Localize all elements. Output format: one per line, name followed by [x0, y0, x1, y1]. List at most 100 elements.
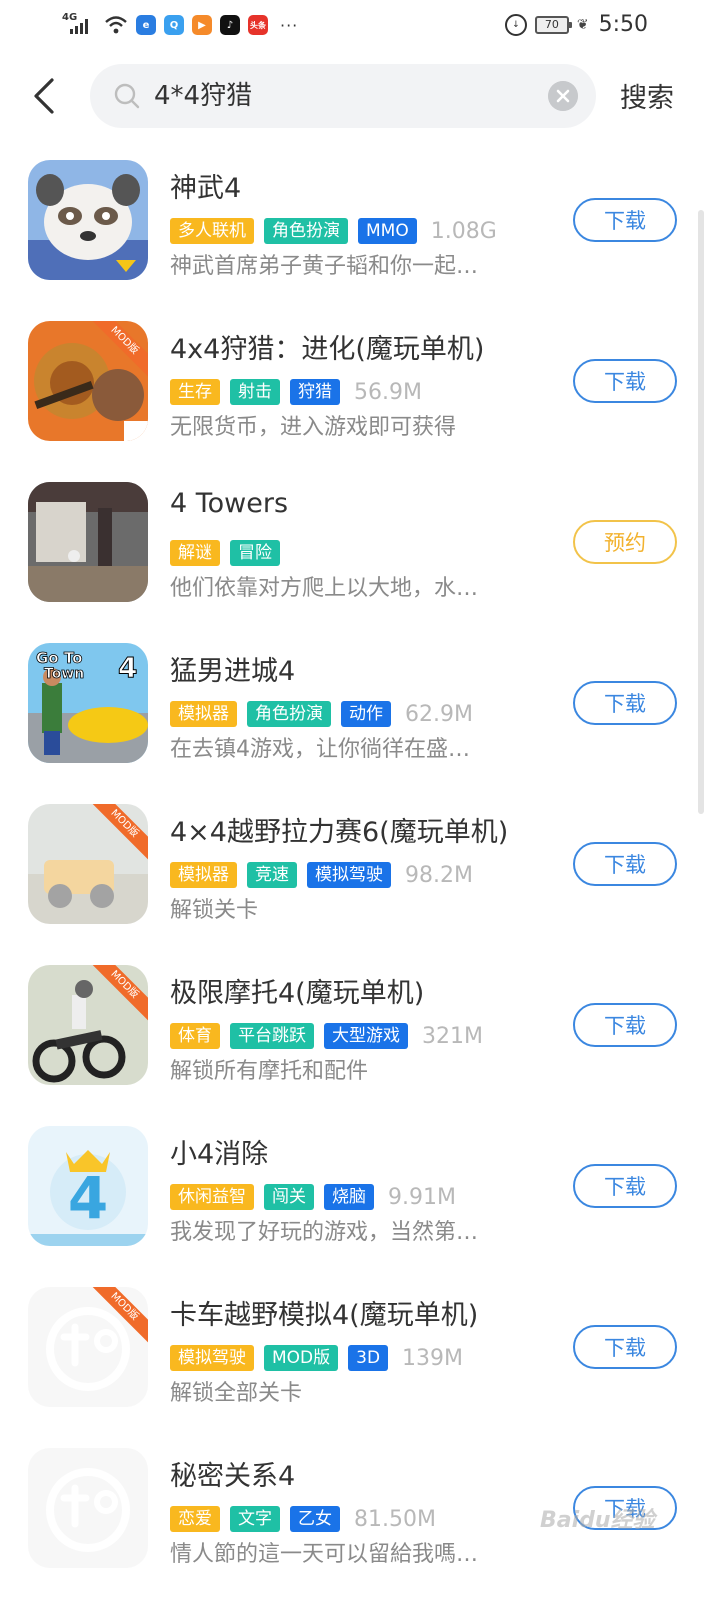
browser-app-icon: e — [136, 15, 156, 35]
app-description: 无限货币，进入游戏即可获得 — [170, 415, 457, 440]
app-title[interactable]: 4 Towers — [170, 488, 288, 519]
download-button[interactable]: 下载 — [573, 359, 677, 403]
app-title[interactable]: 神武4 — [170, 166, 241, 205]
app-title[interactable]: 4x4狩猎：进化(魔玩单机) — [170, 327, 484, 366]
category-tag: 动作 — [341, 701, 391, 727]
app-title[interactable]: 猛男进城4 — [170, 649, 295, 688]
file-size: 321M — [422, 1023, 483, 1049]
search-input[interactable] — [154, 64, 534, 128]
category-tag: 模拟器 — [170, 862, 237, 888]
file-size: 139M — [402, 1345, 464, 1371]
app-icon[interactable]: 4 — [28, 1126, 148, 1246]
list-item[interactable]: MOD版 4x4狩猎：进化(魔玩单机) 生存 射击 狩猎 56.9M 无限货币，进入游戏即可… — [0, 321, 720, 482]
category-tag: MMO — [358, 218, 417, 244]
search-icon — [114, 83, 140, 109]
search-box[interactable] — [90, 64, 596, 128]
status-bar-left: 4G e Q ▶ ♪ 头条 ··· — [62, 12, 298, 38]
category-tag: 模拟驾驶 — [170, 1345, 254, 1371]
clear-search-icon[interactable] — [548, 81, 578, 111]
download-button[interactable]: 下载 — [573, 681, 677, 725]
category-tag: MOD版 — [264, 1345, 339, 1371]
file-size: 98.2M — [405, 862, 473, 888]
file-size: 9.91M — [388, 1184, 456, 1210]
tag-row: 体育 平台跳跃 大型游戏 321M — [170, 1023, 483, 1049]
category-tag: 烧脑 — [324, 1184, 374, 1210]
download-button[interactable]: 下载 — [573, 1325, 677, 1369]
download-button[interactable]: 下载 — [573, 842, 677, 886]
app-title[interactable]: 小4消除 — [170, 1132, 268, 1171]
tag-row: 模拟驾驶 MOD版 3D 139M — [170, 1345, 463, 1371]
cellular-signal-icon: 4G — [62, 12, 96, 38]
more-notifications-icon: ··· — [280, 15, 299, 35]
category-tag: 生存 — [170, 379, 220, 405]
search-results-list: 神武4 多人联机 角色扮演 MMO 1.08G 神武首席弟子黄子韬和你一起… 下载 MOD版… — [0, 160, 720, 1609]
back-arrow-icon[interactable] — [26, 74, 66, 118]
app-icon[interactable] — [28, 1448, 148, 1568]
reserve-button[interactable]: 预约 — [573, 520, 677, 564]
list-item[interactable]: 4 Towers 解谜 冒险他们依靠对方爬上以大地，水… 预约 — [0, 482, 720, 643]
category-tag: 大型游戏 — [324, 1023, 408, 1049]
category-tag: 恋爱 — [170, 1506, 220, 1532]
file-size: 1.08G — [430, 218, 497, 244]
list-item[interactable]: MOD版 卡车越野模拟4(魔玩单机) 模拟驾驶 MOD版 3D 139M 解锁全部关卡 下载 — [0, 1287, 720, 1448]
download-button[interactable]: 下载 — [573, 1164, 677, 1208]
app-title[interactable]: 极限摩托4(魔玩单机) — [170, 971, 424, 1010]
app-icon[interactable]: MOD版 — [28, 804, 148, 924]
tag-row: 模拟器 竞速 模拟驾驶 98.2M — [170, 862, 473, 888]
category-tag: 模拟器 — [170, 701, 237, 727]
tag-row: 恋爱 文字 乙女 81.50M — [170, 1506, 436, 1532]
download-button[interactable]: 下载 — [573, 1003, 677, 1047]
category-tag: 竞速 — [247, 862, 297, 888]
battery-icon: 70 — [534, 15, 572, 34]
download-button[interactable]: 下载 — [573, 198, 677, 242]
app-description: 解锁关卡 — [170, 898, 259, 923]
app-icon[interactable]: Go To Town 4 — [28, 643, 148, 763]
list-item[interactable]: Go To Town 4 猛男进城4 模拟器 角色扮演 动作 62.9M 在去镇4游戏，让你… — [0, 643, 720, 804]
tag-row: 解谜 冒险 — [170, 540, 280, 566]
search-submit-button[interactable]: 搜索 — [620, 76, 674, 115]
app-description: 在去镇4游戏，让你徜徉在盛… — [170, 737, 470, 762]
app-icon[interactable]: MOD版 — [28, 1287, 148, 1407]
clock: 5:50 — [598, 12, 648, 37]
app-icon[interactable]: MOD版 — [28, 965, 148, 1085]
file-size: 62.9M — [405, 701, 473, 727]
tag-row: 休闲益智 闯关 烧脑 9.91M — [170, 1184, 456, 1210]
qq-browser-app-icon: Q — [164, 15, 184, 35]
app-description: 神武首席弟子黄子韬和你一起… — [170, 254, 479, 279]
category-tag: 角色扮演 — [264, 218, 348, 244]
file-size: 81.50M — [354, 1506, 436, 1532]
app-description: 他们依靠对方爬上以大地，水… — [170, 576, 479, 601]
search-header: 搜索 — [0, 60, 720, 136]
app-icon[interactable] — [28, 482, 148, 602]
power-saving-leaf-icon: ❦ — [576, 16, 589, 33]
app-icon[interactable]: MOD版 — [28, 321, 148, 441]
list-item[interactable]: 神武4 多人联机 角色扮演 MMO 1.08G 神武首席弟子黄子韬和你一起… 下载 — [0, 160, 720, 321]
category-tag: 角色扮演 — [247, 701, 331, 727]
data-saver-icon: ↓ — [504, 13, 527, 36]
app-icon[interactable] — [28, 160, 148, 280]
app-description: 解锁所有摩托和配件 — [170, 1059, 369, 1084]
category-tag: 3D — [348, 1345, 389, 1371]
list-item[interactable]: 4 小4消除 休闲益智 闯关 烧脑 9.91M 我发现了好玩的游戏，当然第… 下载 — [0, 1126, 720, 1287]
category-tag: 体育 — [170, 1023, 220, 1049]
svg-text:4: 4 — [68, 1164, 108, 1232]
app-title[interactable]: 卡车越野模拟4(魔玩单机) — [170, 1293, 478, 1332]
tiktok-app-icon: ♪ — [220, 15, 240, 35]
battery-level: 70 — [544, 18, 559, 31]
category-tag: 射击 — [230, 379, 280, 405]
app-title[interactable]: 秘密关系4 — [170, 1454, 295, 1493]
category-tag: 平台跳跃 — [230, 1023, 314, 1049]
tag-row: 模拟器 角色扮演 动作 62.9M — [170, 701, 473, 727]
category-tag: 闯关 — [264, 1184, 314, 1210]
category-tag: 多人联机 — [170, 218, 254, 244]
category-tag: 文字 — [230, 1506, 280, 1532]
video-app-icon: ▶ — [192, 15, 212, 35]
list-item[interactable]: MOD版 极限摩托4(魔玩单机) 体育 平台跳跃 大型游戏 321M 解锁所有摩托和配件 下载 — [0, 965, 720, 1126]
category-tag: 狩猎 — [290, 379, 340, 405]
category-tag: 解谜 — [170, 540, 220, 566]
status-bar: 4G e Q ▶ ♪ 头条 ··· ↓ 70 ❦ 5:50 — [0, 0, 720, 52]
app-description: 我发现了好玩的游戏，当然第… — [170, 1220, 479, 1245]
list-item[interactable]: MOD版 4×4越野拉力赛6(魔玩单机) 模拟器 竞速 模拟驾驶 98.2M 解锁关卡 下载 — [0, 804, 720, 965]
scrollbar[interactable] — [698, 210, 704, 814]
app-title[interactable]: 4×4越野拉力赛6(魔玩单机) — [170, 810, 508, 849]
